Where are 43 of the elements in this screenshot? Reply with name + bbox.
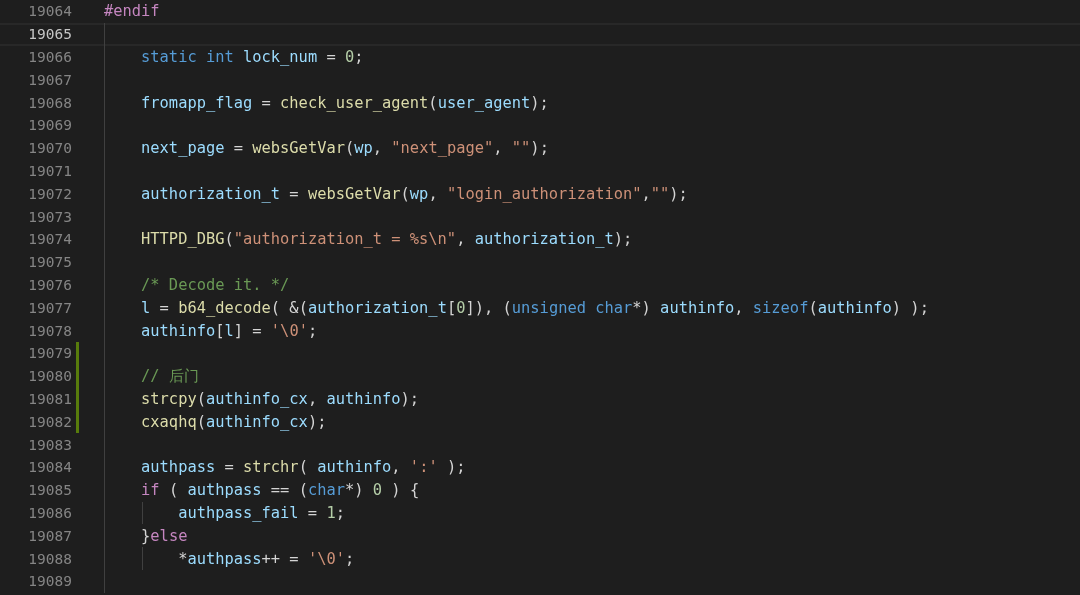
- line-number: 19075: [27, 254, 72, 271]
- line-number: 19070: [27, 140, 72, 157]
- line-number: 19087: [27, 527, 72, 544]
- code-line: authinfo[l] = '\0';: [140, 321, 318, 340]
- line-number: 19071: [27, 162, 72, 179]
- line-number: 19081: [27, 390, 72, 407]
- code-line: strcpy(authinfo_cx, authinfo);: [140, 389, 420, 408]
- code-line: l = b64_decode( &(authorization_t[0]), (unsigned char*) authinfo, sizeof(authinfo) );: [140, 298, 929, 317]
- code-line: /* Decode it. */: [140, 275, 290, 294]
- code-line: }else: [140, 526, 188, 545]
- code-line: *authpass++ = '\0';: [177, 549, 355, 568]
- code-line: HTTPD_DBG("authorization_t = %s\n", authorization_t);: [140, 230, 633, 249]
- code-line: cxaqhq(authinfo_cx);: [140, 412, 327, 431]
- line-number: 19078: [27, 322, 72, 339]
- line-number: 19064: [27, 3, 72, 20]
- line-number: 19079: [27, 345, 72, 362]
- line-number: 19065: [27, 26, 72, 43]
- code-line: authpass_fail = 1;: [177, 503, 345, 522]
- line-number: 19069: [27, 117, 72, 134]
- line-number: 19080: [27, 368, 72, 385]
- line-number: 19086: [27, 504, 72, 521]
- line-number: 19066: [27, 49, 72, 65]
- line-number: 19074: [27, 231, 72, 248]
- line-number: 19072: [27, 185, 72, 202]
- line-number: 19068: [27, 94, 72, 111]
- line-number: 19085: [27, 482, 72, 499]
- code-line: authpass = strchr( authinfo, ':' );: [140, 458, 466, 477]
- line-number: 19067: [27, 71, 72, 88]
- line-number: 19089: [27, 573, 72, 590]
- line-number: 19084: [27, 459, 72, 476]
- code-line: if ( authpass == (char*) 0 ) {: [140, 481, 420, 500]
- code-line: #endif: [104, 2, 160, 21]
- code-line: next_page = websGetVar(wp, "next_page", "");: [140, 139, 549, 158]
- line-number: 19083: [27, 436, 72, 453]
- code-line: static int lock_num = 0;: [140, 48, 364, 66]
- line-number: 19073: [27, 208, 72, 225]
- line-number: 19082: [27, 413, 72, 430]
- code-line: authorization_t = websGetVar(wp, "login_authorization","");: [140, 184, 688, 203]
- line-number: 19088: [27, 550, 72, 567]
- code-line: // 后门: [140, 365, 199, 387]
- line-number: 19076: [27, 276, 72, 293]
- line-number: 19077: [27, 299, 72, 316]
- code-line: fromapp_flag = check_user_agent(user_agent);: [140, 93, 549, 112]
